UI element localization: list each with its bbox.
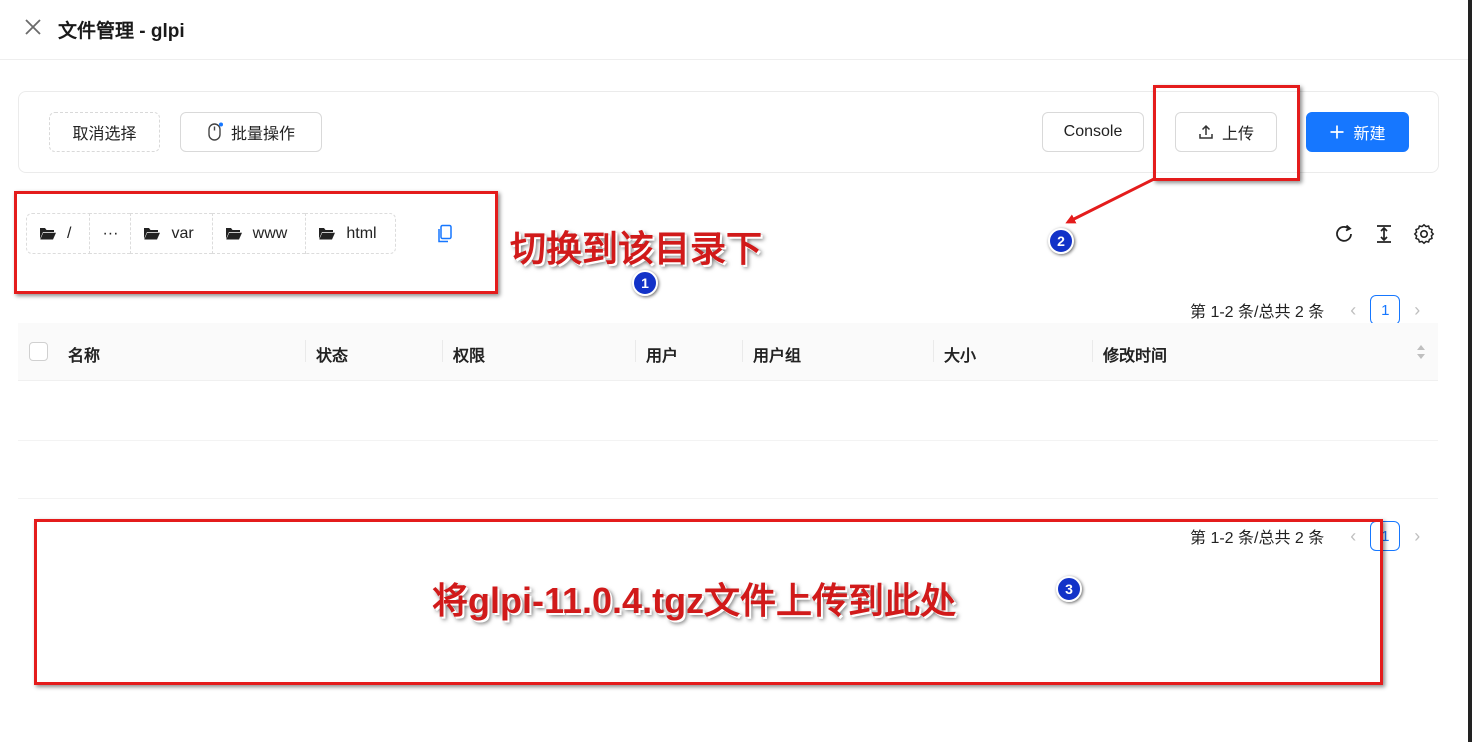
annotation-badge-3: 3 xyxy=(1056,576,1082,602)
annotation-badge-2: 2 xyxy=(1048,228,1074,254)
annotation-text-step3: 将glpi-11.0.4.tgz文件上传到此处 xyxy=(432,580,957,621)
